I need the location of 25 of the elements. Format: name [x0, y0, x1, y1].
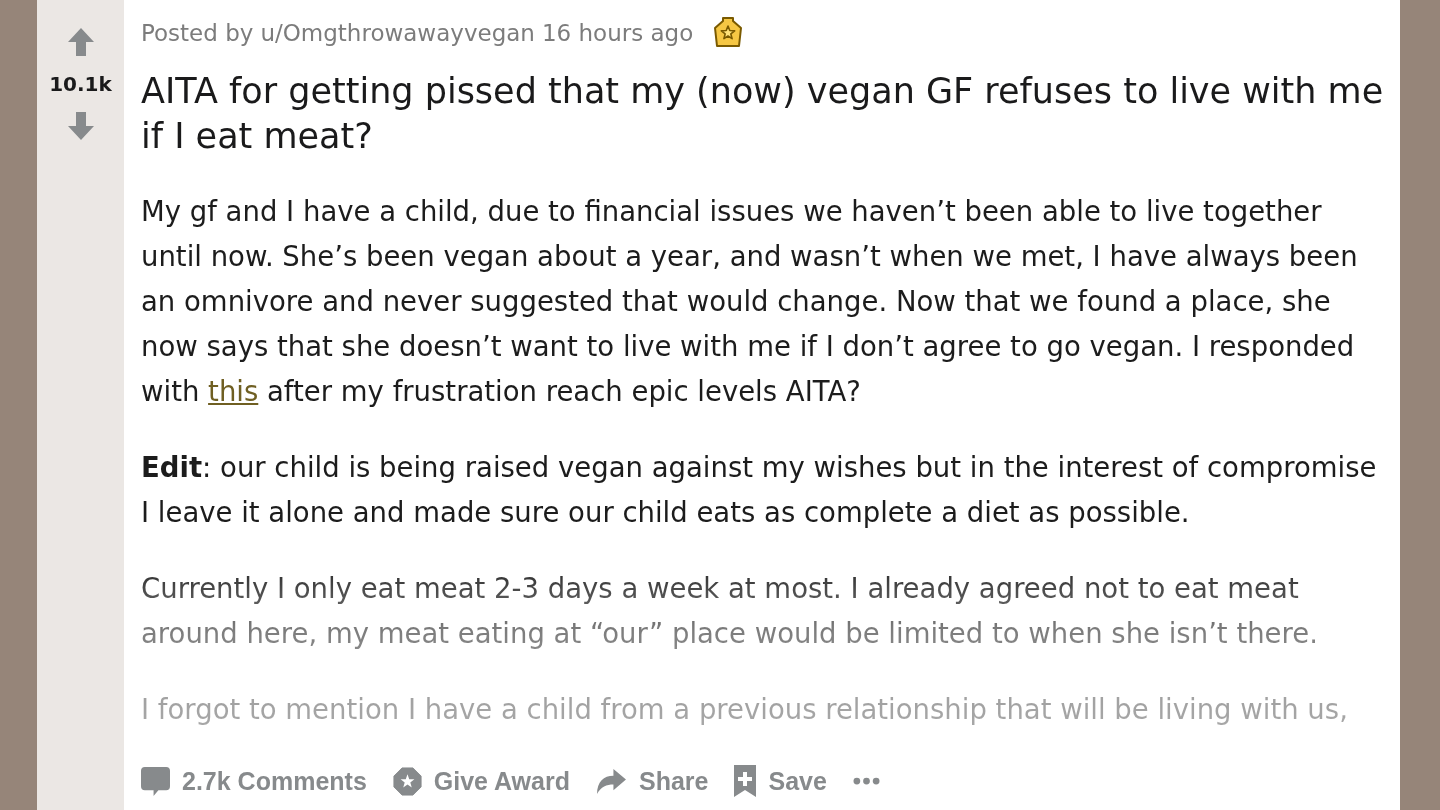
share-button[interactable]: Share	[595, 766, 709, 796]
speech-bubble-icon	[141, 766, 170, 796]
give-award-button[interactable]: Give Award	[392, 766, 570, 796]
share-icon	[595, 767, 627, 795]
post-paragraph: My gf and I have a child, due to financial issues we haven’t been able to live together until now. She’s been vegan about a year, and wasn’t when we met, I have always been an omnivore and never suggested that would change. Now that we found a place, she now says that she doesn’t want to live with me if I don’t agree to go vegan. I responded with this after my frustration reach epic levels AITA?	[141, 194, 1359, 409]
ellipsis-icon	[852, 777, 880, 785]
vote-score: 10.1k	[49, 72, 112, 96]
save-button[interactable]: Save	[734, 765, 827, 797]
down-arrow-icon	[67, 112, 94, 140]
more-button[interactable]	[852, 777, 880, 785]
post-paragraph: I forgot to mention I have a child from a previous relationship that will be living with us,	[141, 692, 1349, 727]
bookmark-plus-icon	[734, 765, 757, 797]
post-title: AITA for getting pissed that my (now) vegan GF refuses to live with me if I eat meat?	[141, 70, 1385, 158]
award-badge-icon	[712, 17, 745, 49]
author-link[interactable]: u/Omgthrowawayvegan	[260, 14, 535, 52]
post-paragraph: Currently I only eat meat 2-3 days a week at most. I already agreed not to eat meat around here, my meat eating at “our” place would be limited to when she isn’t there.	[141, 571, 1319, 651]
post-time: 16 hours ago	[541, 19, 694, 48]
inline-link[interactable]: this	[208, 375, 259, 407]
comments-button[interactable]: 2.7k Comments	[141, 766, 367, 796]
downvote-button[interactable]	[67, 112, 94, 140]
star-badge-icon	[392, 766, 422, 796]
upvote-button[interactable]	[67, 28, 94, 56]
byline-prefix: Posted by	[141, 19, 254, 48]
up-arrow-icon	[67, 28, 94, 56]
post-paragraph: Edit: our child is being raised vegan against my wishes but in the interest of compromise I leave it alone and made sure our child eats as complete a diet as possible.	[141, 450, 1378, 530]
